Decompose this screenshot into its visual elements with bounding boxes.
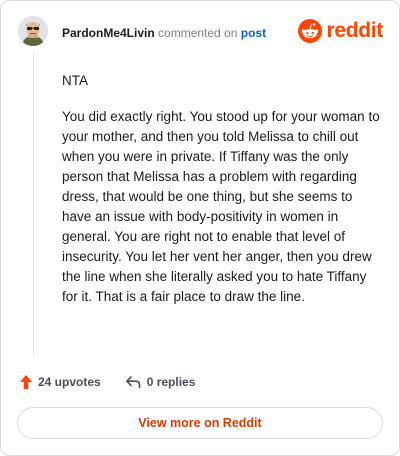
reply-count: 0 replies xyxy=(146,375,196,389)
post-link[interactable]: post xyxy=(241,26,266,40)
comment-actions: 24 upvotes 0 replies xyxy=(19,374,195,390)
reply-arrow-icon xyxy=(125,376,141,389)
reddit-wordmark: reddit xyxy=(326,19,383,42)
view-more-on-reddit-button[interactable]: View more on Reddit xyxy=(17,407,383,439)
user-avatar[interactable] xyxy=(18,16,48,46)
commented-on-text: commented on xyxy=(158,26,238,40)
comment-paragraph: NTA xyxy=(62,73,88,88)
replies-button[interactable]: 0 replies xyxy=(125,375,196,389)
upvote-button[interactable]: 24 upvotes xyxy=(19,374,101,390)
thread-line xyxy=(33,51,34,357)
upvote-arrow-icon xyxy=(20,375,32,389)
avatar-image xyxy=(18,16,48,46)
upvote-count: 24 upvotes xyxy=(38,375,101,389)
comment-embed-card: PardonMe4Livin commented on post reddit … xyxy=(0,0,400,456)
comment-body: NTA You did exactly right. You stood up … xyxy=(62,71,384,323)
reddit-snoo-icon xyxy=(298,19,323,43)
comment-paragraph: You did exactly right. You stood up for … xyxy=(62,109,380,304)
author-username[interactable]: PardonMe4Livin xyxy=(62,26,155,40)
reddit-logo[interactable]: reddit xyxy=(298,19,383,43)
view-more-label: View more on Reddit xyxy=(138,416,262,430)
comment-header: PardonMe4Livin commented on post xyxy=(62,26,266,40)
